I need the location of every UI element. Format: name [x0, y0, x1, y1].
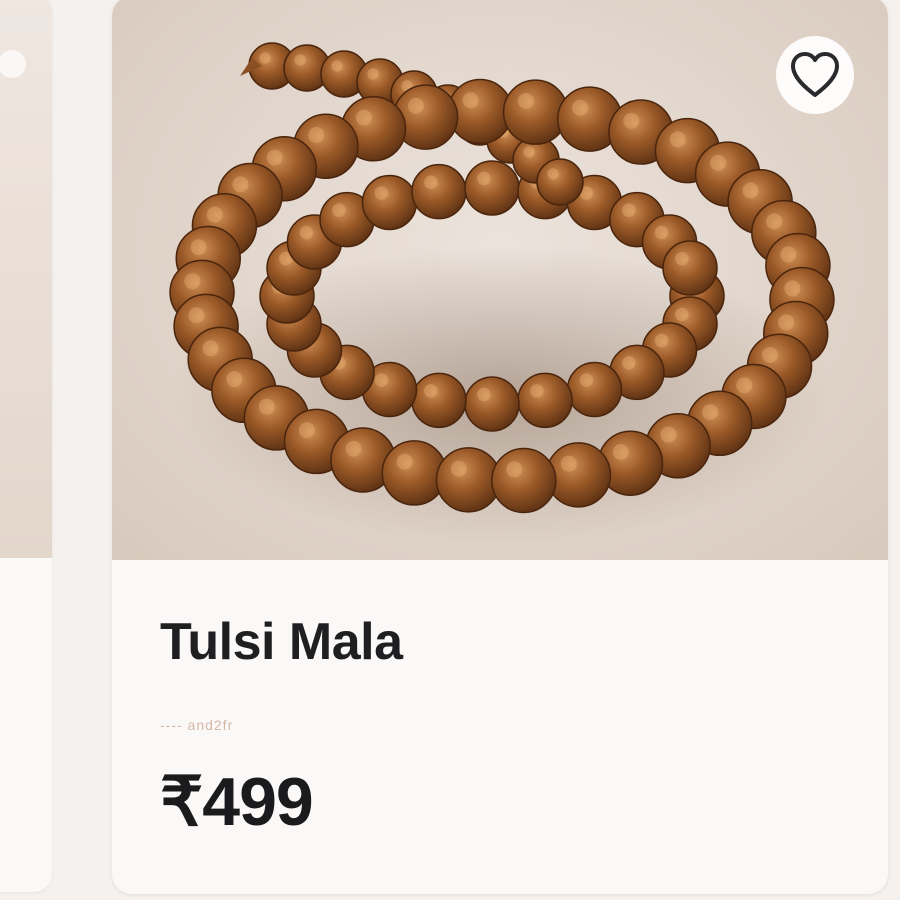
bead	[361, 174, 418, 231]
bead-highlight	[232, 176, 249, 193]
bead	[662, 240, 718, 296]
bead-highlight	[622, 203, 636, 217]
bead-highlight	[736, 377, 753, 394]
bead-highlight	[572, 99, 589, 116]
bead-highlight	[294, 54, 306, 66]
wishlist-button[interactable]	[776, 36, 854, 114]
bead-highlight	[530, 384, 544, 398]
bead-highlight	[523, 146, 535, 158]
bead-highlight	[477, 171, 491, 186]
bead-highlight	[669, 131, 686, 148]
product-carousel: Tulsi Mala ---- and2fr ₹499	[0, 0, 900, 900]
bead-highlight	[424, 175, 438, 189]
bead	[464, 376, 520, 432]
bead-highlight	[226, 371, 243, 388]
bead-highlight	[517, 92, 534, 109]
bead-highlight	[506, 461, 523, 478]
bead-highlight	[345, 440, 362, 457]
bead-highlight	[654, 225, 669, 240]
bead-highlight	[462, 92, 479, 109]
heart-outline-icon	[791, 52, 839, 97]
bead-highlight	[660, 426, 677, 443]
bead-highlight	[710, 154, 727, 171]
bead	[491, 447, 557, 514]
bead-highlight	[367, 68, 379, 80]
previous-product-card[interactable]	[0, 0, 52, 892]
bead	[536, 158, 584, 206]
bead-highlight	[761, 346, 778, 363]
bead	[566, 361, 623, 418]
bead-highlight	[654, 333, 669, 348]
bead-highlight	[266, 149, 283, 166]
bead-highlight	[374, 186, 389, 200]
bead-highlight	[308, 127, 325, 144]
bead-highlight	[675, 251, 689, 266]
product-subtitle: ---- and2fr	[160, 717, 234, 734]
product-image[interactable]	[112, 0, 888, 560]
bead	[435, 447, 502, 513]
bead	[517, 372, 573, 429]
bead-highlight	[766, 213, 783, 230]
bead	[411, 163, 467, 220]
bead	[411, 372, 467, 429]
previous-product-image	[0, 0, 52, 558]
bead-highlight	[742, 182, 759, 199]
bead-highlight	[622, 356, 636, 370]
bead-highlight	[579, 373, 594, 387]
bead-highlight	[355, 109, 372, 126]
bead-highlight	[784, 280, 801, 297]
bead-highlight	[424, 384, 438, 398]
product-price: ₹499	[160, 764, 314, 841]
bead-highlight	[299, 225, 314, 240]
bead-highlight	[332, 203, 346, 217]
product-card[interactable]: Tulsi Mala ---- and2fr ₹499	[112, 0, 888, 894]
bead-highlight	[188, 307, 205, 324]
rudraksha-mala-image	[169, 42, 835, 546]
bead-highlight	[477, 387, 491, 402]
bead-highlight	[450, 460, 467, 477]
bead-highlight	[612, 443, 629, 460]
bead	[464, 160, 520, 216]
bead-highlight	[396, 453, 413, 470]
bead-highlight	[202, 340, 219, 357]
bead-highlight	[560, 455, 577, 472]
bead-highlight	[331, 60, 343, 72]
bead-highlight	[407, 97, 424, 114]
bead-highlight	[547, 168, 559, 180]
bead-highlight	[298, 422, 315, 439]
bead-highlight	[702, 404, 719, 421]
bead-highlight	[258, 398, 275, 415]
product-info: Tulsi Mala ---- and2fr ₹499	[112, 560, 888, 842]
bead-highlight	[259, 52, 271, 64]
bead-highlight	[206, 206, 223, 223]
bead-highlight	[623, 112, 640, 129]
bead-highlight	[778, 314, 795, 331]
bead-highlight	[184, 273, 201, 290]
bead-highlight	[190, 239, 207, 256]
bead-highlight	[374, 373, 389, 387]
product-title[interactable]: Tulsi Mala	[160, 613, 840, 671]
bead-highlight	[675, 307, 689, 322]
bead-highlight	[780, 246, 797, 263]
